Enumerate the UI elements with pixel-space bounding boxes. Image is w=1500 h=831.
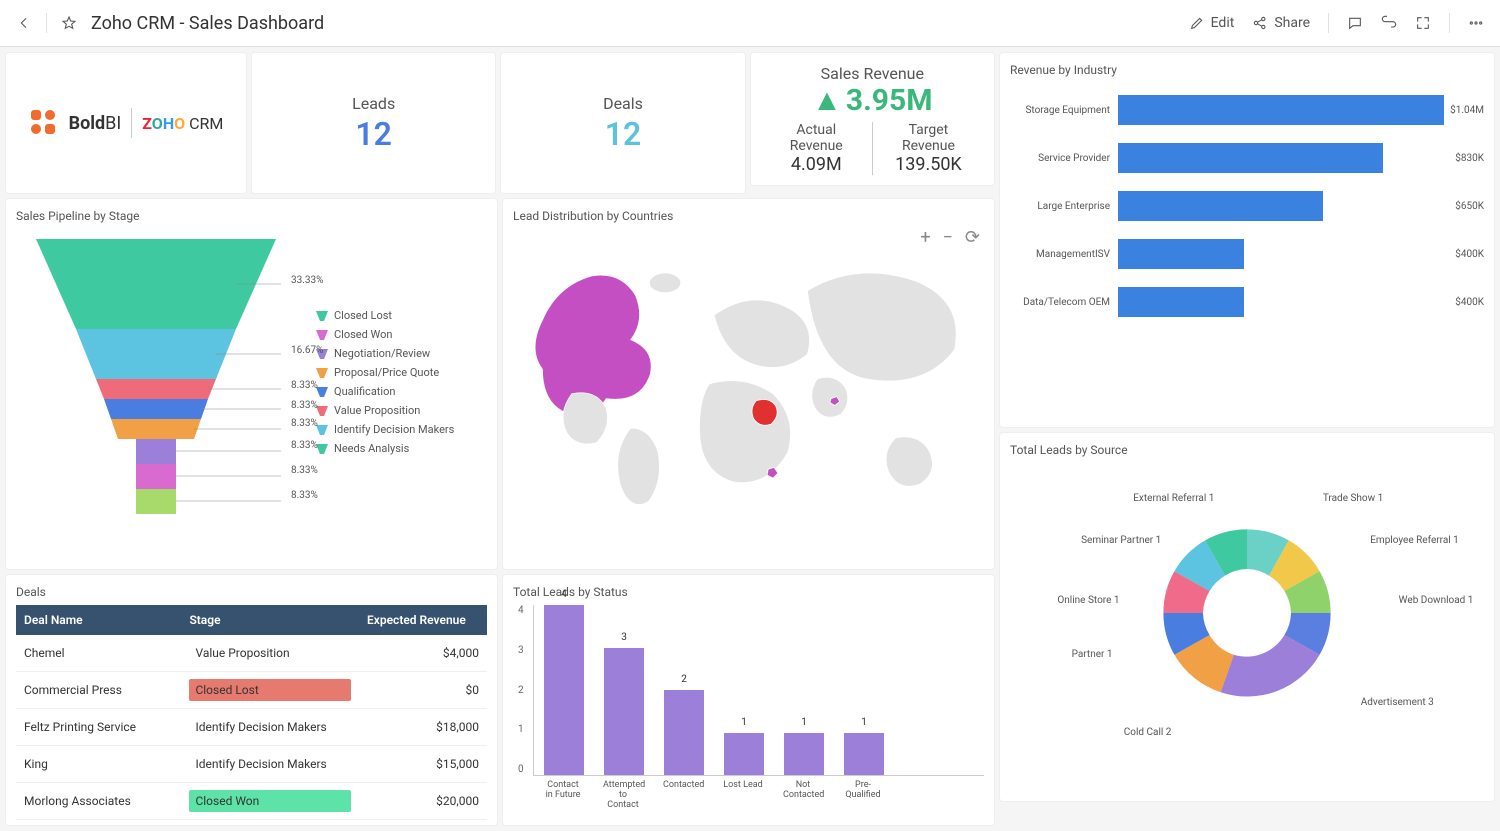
separator	[46, 13, 47, 33]
table-header[interactable]: Stage	[181, 605, 359, 635]
funnel-pct-label: 8.33%	[291, 400, 318, 411]
reset-icon[interactable]: ⟳	[965, 227, 980, 248]
donut-label: Online Store 1	[1057, 595, 1119, 606]
revenue-value: ▲3.95M	[812, 83, 932, 118]
edit-button[interactable]: Edit	[1189, 15, 1235, 31]
donut-label: Cold Call 2	[1124, 727, 1172, 738]
more-icon[interactable]	[1468, 15, 1484, 31]
back-button[interactable]	[16, 15, 32, 31]
fullscreen-icon[interactable]	[1415, 15, 1431, 31]
status-bar[interactable]: 3	[604, 648, 644, 776]
status-bar[interactable]: 1	[784, 733, 824, 776]
top-toolbar: Zoho CRM - Sales Dashboard Edit Share	[0, 0, 1500, 47]
revenue-industry-chart: Storage Equipment$1.04M Service Provider$…	[1010, 95, 1484, 317]
pipeline-funnel-card: Sales Pipeline by Stage	[6, 199, 497, 569]
separator	[1449, 13, 1450, 33]
funnel-pct-label: 8.33%	[291, 465, 318, 476]
funnel-pct-label: 8.33%	[291, 440, 318, 451]
table-header[interactable]: Deal Name	[16, 605, 181, 635]
status-bar[interactable]: 1	[844, 733, 884, 776]
donut-label: Employee Referral 1	[1370, 535, 1459, 546]
deals-table: Deal NameStageExpected Revenue ChemelVal…	[16, 605, 487, 825]
table-row[interactable]: Printing DimensionsProposal/Price Quote$…	[16, 820, 487, 826]
kpi-revenue: Sales Revenue ▲3.95M Actual Revenue4.09M…	[751, 53, 994, 185]
funnel-pct-label: 33.33%	[291, 275, 323, 286]
share-button[interactable]: Share	[1252, 15, 1310, 31]
boldbi-logo-icon	[29, 108, 59, 138]
status-bar[interactable]: 4	[544, 605, 584, 775]
legend-item[interactable]: Negotiation/Review	[316, 347, 454, 360]
funnel-pct-label: 8.33%	[291, 380, 318, 391]
up-arrow-icon: ▲	[812, 83, 842, 118]
status-chart-card: Total Leads by Status 43210 432111 Conta…	[503, 575, 994, 825]
kpi-deals: Deals 12	[501, 53, 744, 193]
separator	[1328, 13, 1329, 33]
legend-item[interactable]: Needs Analysis	[316, 442, 454, 455]
deals-value: 12	[605, 115, 642, 153]
status-bar[interactable]: 1	[724, 733, 764, 776]
donut-label: Trade Show 1	[1323, 493, 1383, 504]
donut-label: Seminar Partner 1	[1081, 535, 1161, 546]
revind-bar-row[interactable]: Storage Equipment$1.04M	[1010, 95, 1484, 125]
legend-item[interactable]: Value Proposition	[316, 404, 454, 417]
revind-bar-row[interactable]: Large Enterprise$650K	[1010, 191, 1484, 221]
link-icon[interactable]	[1381, 15, 1397, 31]
funnel-legend: Closed Lost Closed Won Negotiation/Review P…	[316, 229, 454, 539]
table-row[interactable]: ChemelValue Proposition$4,000	[16, 635, 487, 672]
table-row[interactable]: Commercial PressClosed Lost$0	[16, 672, 487, 709]
deals-table-card: Deals Deal NameStageExpected Revenue Che…	[6, 575, 497, 825]
donut-label: Partner 1	[1072, 649, 1113, 660]
table-row[interactable]: Morlong AssociatesClosed Won$20,000	[16, 783, 487, 820]
map-card: Lead Distribution by Countries + − ⟳	[503, 199, 994, 569]
zoom-in-icon[interactable]: +	[920, 227, 930, 248]
table-header[interactable]: Expected Revenue	[359, 605, 487, 635]
funnel-pct-label: 8.33%	[291, 418, 318, 429]
donut-label: Web Download 1	[1399, 595, 1474, 606]
kpi-leads: Leads 12	[252, 53, 495, 193]
table-row[interactable]: KingIdentify Decision Makers$15,000	[16, 746, 487, 783]
donut-chart: External Referral 1 Seminar Partner 1 Onli…	[1010, 463, 1484, 763]
donut-label: External Referral 1	[1133, 493, 1214, 504]
page-title: Zoho CRM - Sales Dashboard	[91, 13, 324, 34]
funnel-pct-label: 16.67%	[291, 345, 323, 356]
legend-item[interactable]: Closed Lost	[316, 309, 454, 322]
donut-label: Advertisement 3	[1361, 697, 1434, 708]
legend-item[interactable]: Closed Won	[316, 328, 454, 341]
table-row[interactable]: Feltz Printing ServiceIdentify Decision …	[16, 709, 487, 746]
revind-bar-row[interactable]: Service Provider$830K	[1010, 143, 1484, 173]
zoom-out-icon[interactable]: −	[943, 227, 953, 248]
status-bar-chart: 43210 432111	[533, 605, 984, 776]
funnel-chart	[16, 229, 296, 539]
legend-item[interactable]: Qualification	[316, 385, 454, 398]
revind-bar-row[interactable]: ManagementISV$400K	[1010, 239, 1484, 269]
revind-bar-row[interactable]: Data/Telecom OEM$400K	[1010, 287, 1484, 317]
status-bar[interactable]: 2	[664, 690, 704, 775]
world-map[interactable]	[513, 229, 984, 529]
legend-item[interactable]: Proposal/Price Quote	[316, 366, 454, 379]
legend-item[interactable]: Identify Decision Makers	[316, 423, 454, 436]
star-icon[interactable]	[61, 15, 77, 31]
comment-icon[interactable]	[1347, 15, 1363, 31]
leads-value: 12	[355, 115, 392, 153]
funnel-pct-label: 8.33%	[291, 490, 318, 501]
revenue-industry-card: Revenue by Industry Storage Equipment$1.…	[1000, 53, 1494, 427]
logo-card: BoldBI ZOHO CRM	[6, 53, 246, 193]
leads-source-card: Total Leads by Source	[1000, 433, 1494, 801]
